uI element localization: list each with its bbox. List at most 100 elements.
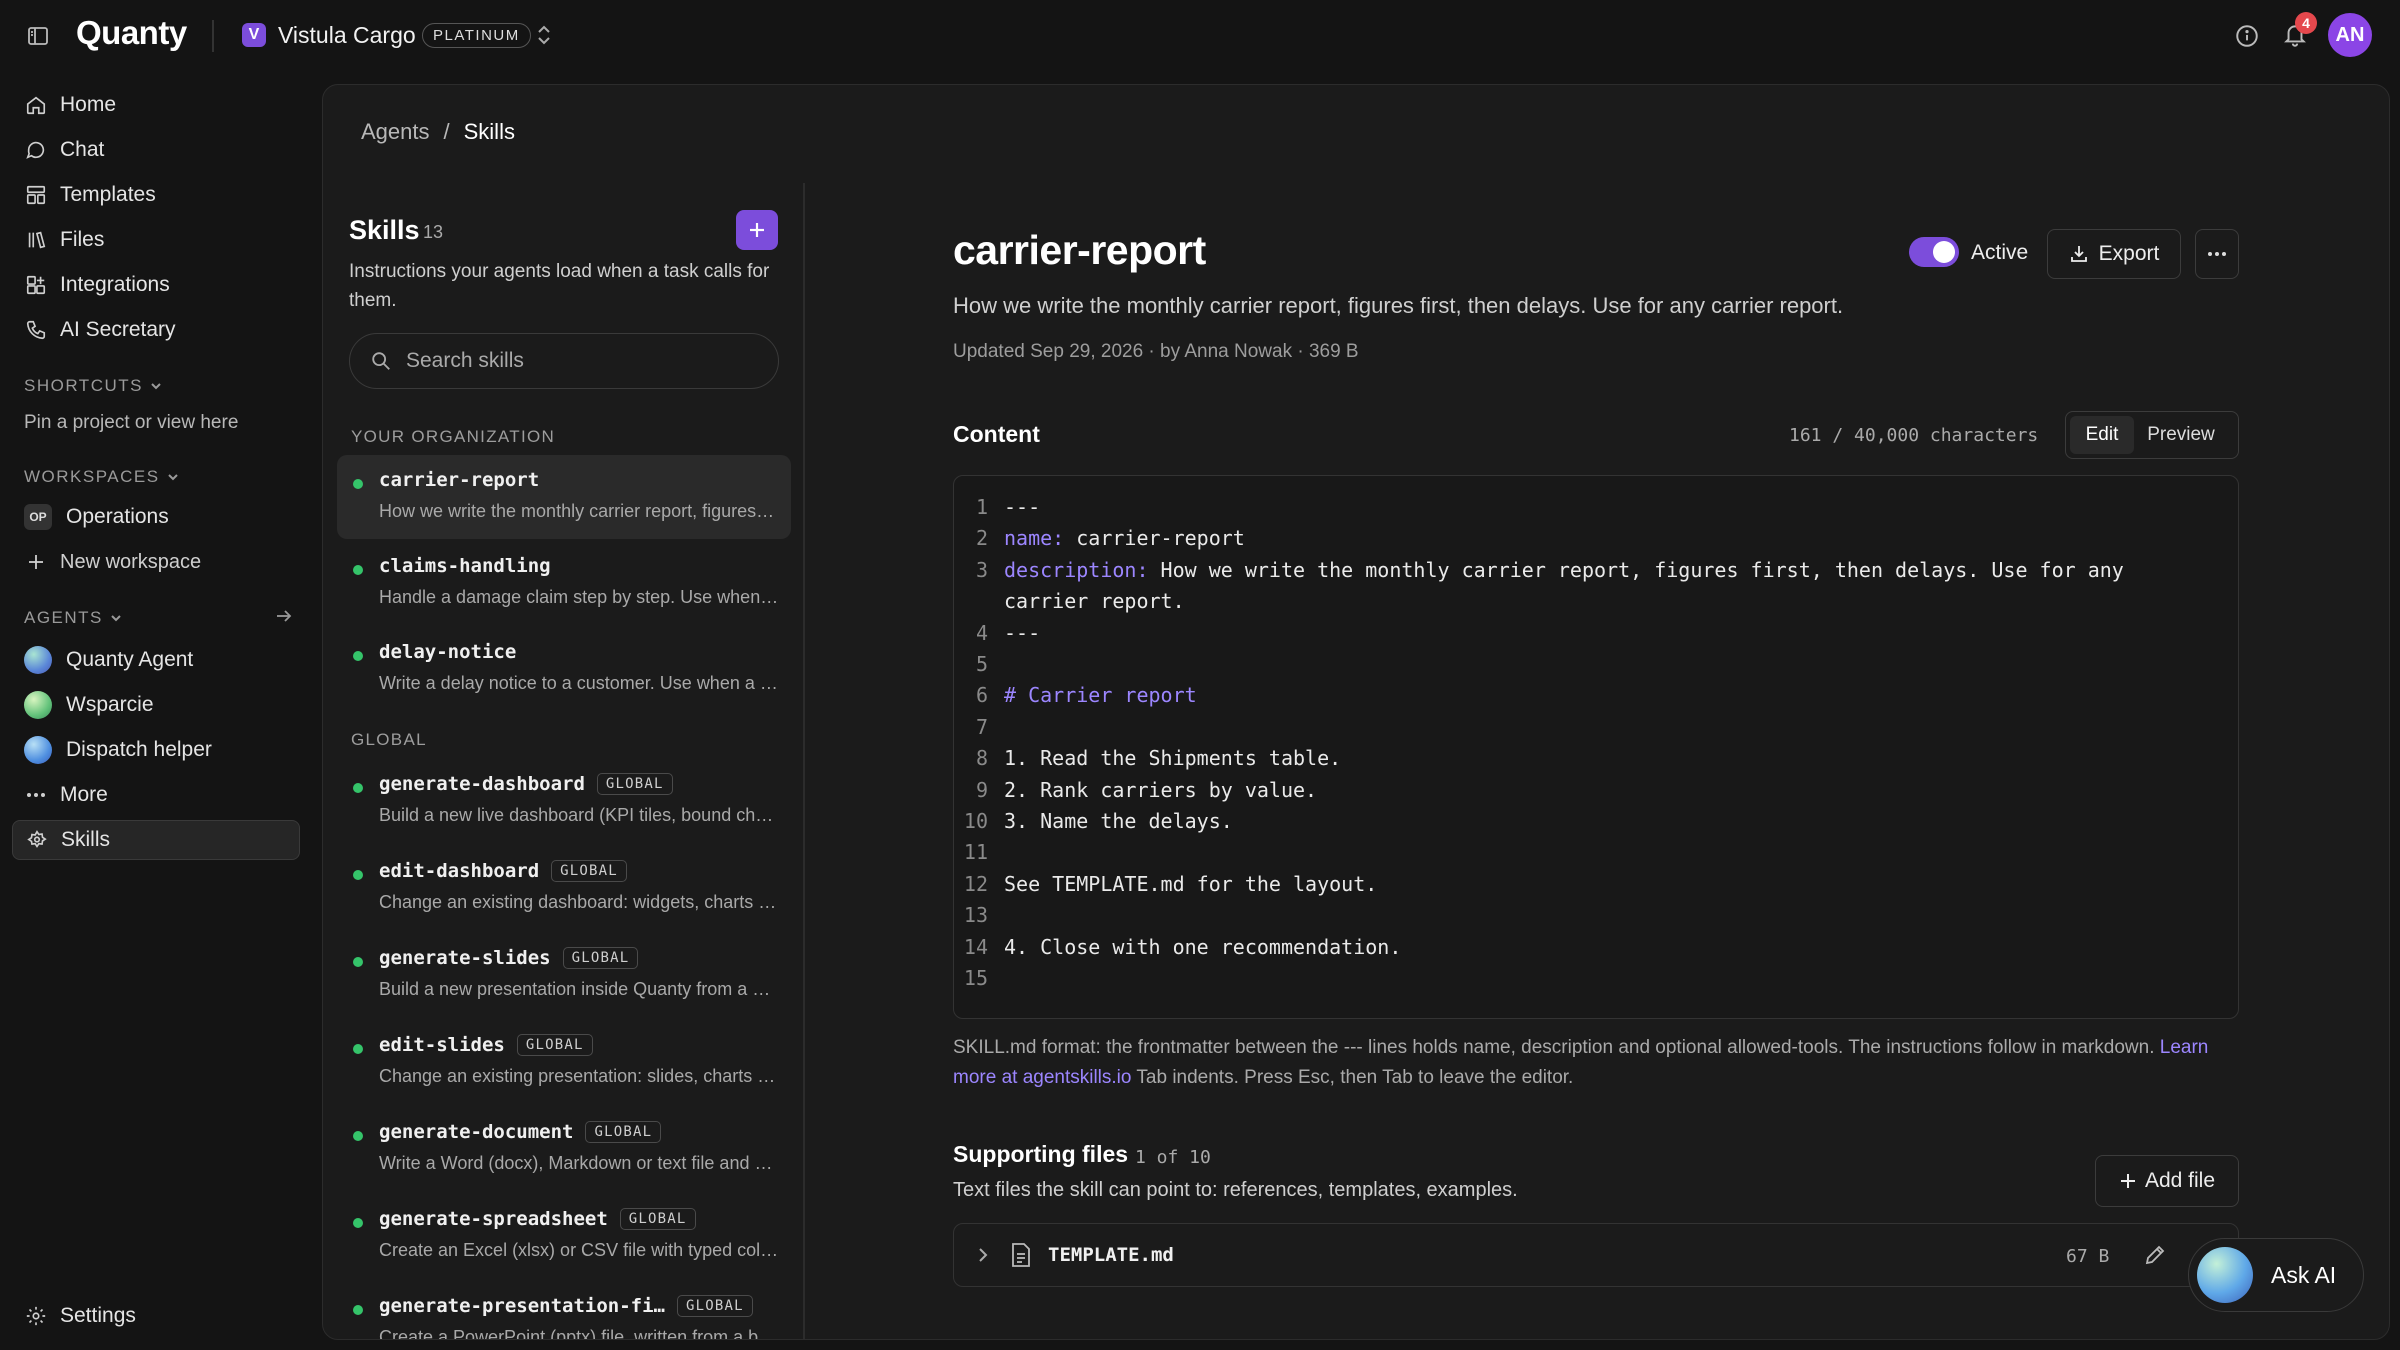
sidebar-toggle-icon[interactable] [26,24,52,48]
skill-list-item[interactable]: edit-slides GLOBAL Change an existing pre… [337,1020,791,1104]
skill-name: generate-document [379,1121,574,1143]
code-line: 1 --- [954,492,2238,523]
nav-item-ai-secretary[interactable]: AI Secretary [12,310,300,350]
skill-list-item[interactable]: generate-slides GLOBAL Build a new presen… [337,933,791,1017]
nav-item-skills[interactable]: Skills [12,820,300,860]
agents-header[interactable]: AGENTS [24,608,123,628]
section-label: AGENTS [24,608,103,627]
code-key: # Carrier report [1004,683,1197,708]
skill-list-item[interactable]: delay-notice Write a delay notice to a c… [337,627,791,711]
skill-desc: Write a Word (docx), Markdown or text fi… [379,1153,779,1173]
agent-wsparcie[interactable]: Wsparcie [12,685,300,725]
code-line: 10 3. Name the delays. [954,806,2238,837]
line-content: --- [1004,492,2204,523]
code-line: 6 # Carrier report [954,680,2238,711]
agent-quanty-agent[interactable]: Quanty Agent [12,640,300,680]
supporting-files-heading: Supporting files [953,1141,1129,1167]
code-text: 3. Name the delays. [1004,809,1233,834]
content-heading: Content [953,421,1040,447]
code-key: description: [1004,557,1149,582]
nav-label: AI Secretary [60,318,176,341]
nav-label: Chat [60,138,105,161]
top-bar: Quanty V Vistula Cargo PLATINUM 4 AN [0,0,2400,72]
code-line: 3 description: How we write the monthly c… [954,555,2238,618]
code-text: 1. Read the Shipments table. [1004,746,1342,771]
line-content [1004,963,2204,994]
nav-item-settings[interactable]: Settings [12,1296,300,1336]
workspace-badge: OP [24,504,52,530]
more-options-button[interactable] [2195,229,2239,279]
active-dot [353,479,363,489]
nav-item-templates[interactable]: Templates [12,175,300,215]
active-toggle[interactable] [1909,237,1959,267]
skills-description: Instructions your agents load when a tas… [349,261,770,311]
skill-list-item[interactable]: generate-presentation-fi… GLOBAL Create a… [337,1281,791,1340]
main-panel: Agents / Skills Skills 13 Instructions y… [322,84,2390,1340]
skill-meta: Updated Sep 29, 2026 · by Anna Nowak · 3… [953,341,1359,362]
arrow-right-icon[interactable] [274,606,294,626]
skill-list-item[interactable]: generate-document GLOBAL Write a Word (do… [337,1107,791,1191]
skill-list-item[interactable]: generate-dashboard GLOBAL Build a new liv… [337,759,791,843]
skill-list-item[interactable]: edit-dashboard GLOBAL Change an existing … [337,846,791,930]
nav-item-chat[interactable]: Chat [12,130,300,170]
skill-name: carrier-report [379,469,540,491]
section-label: WORKSPACES [24,467,160,486]
skill-title: carrier-report [953,227,1206,273]
agent-dispatch-helper[interactable]: Dispatch helper [12,730,300,770]
line-number: 15 [963,966,988,991]
add-file-button[interactable]: Add file [2095,1155,2239,1207]
brand-logo[interactable]: Quanty [76,14,187,52]
code-editor[interactable]: 1 --- 2 name: carrier-report 3 description: H… [953,475,2239,1019]
code-line: 12 See TEMPLATE.md for the layout. [954,869,2238,900]
user-avatar[interactable]: AN [2328,13,2372,57]
tab-edit[interactable]: Edit [2070,416,2134,454]
skills-icon [25,828,49,852]
export-button[interactable]: Export [2047,229,2181,279]
skill-desc: Create a PowerPoint (pptx) file, written… [379,1327,779,1340]
line-number: 4 [975,620,988,645]
chevron-down-icon [166,470,180,484]
code-text: --- [1004,495,1041,519]
add-file-label: Add file [2144,1169,2216,1192]
skill-name-row: generate-presentation-fi… GLOBAL [379,1295,753,1317]
breadcrumb-agents[interactable]: Agents [361,119,430,145]
workspaces-header[interactable]: WORKSPACES [24,467,180,487]
add-skill-button[interactable] [736,210,778,250]
nav-item-files[interactable]: Files [12,220,300,260]
section-label: SHORTCUTS [24,376,143,395]
breadcrumb-separator: / [443,119,450,144]
line-content: name: carrier-report [1004,523,2204,554]
skill-list-item[interactable]: carrier-report How we write the monthly … [337,455,791,539]
tab-preview[interactable]: Preview [2134,416,2228,454]
skill-list-item[interactable]: claims-handling Handle a damage claim st… [337,541,791,625]
workspace-operations[interactable]: OP Operations [12,497,300,537]
org-name[interactable]: Vistula Cargo [278,22,416,49]
shortcuts-header[interactable]: SHORTCUTS [24,376,163,396]
skill-name-row: generate-slides GLOBAL [379,947,639,969]
chevron-updown-icon[interactable] [535,24,553,46]
info-icon[interactable] [2234,23,2260,49]
org-badge[interactable]: V [242,23,266,47]
gear-icon [24,1304,48,1328]
nav-item-home[interactable]: Home [12,85,300,125]
phone-icon [24,318,48,342]
skill-list-item[interactable]: generate-spreadsheet GLOBAL Create an Exc… [337,1194,791,1278]
search-icon [372,352,390,370]
nav-label: Integrations [60,273,170,296]
file-row[interactable]: TEMPLATE.md 67 B [953,1223,2239,1287]
ask-ai-button[interactable]: Ask AI [2188,1238,2364,1312]
new-workspace-button[interactable]: New workspace [12,542,300,582]
edit-preview-toggle: Edit Preview [2065,411,2239,459]
more-agents-button[interactable]: More [12,775,300,815]
nav-item-integrations[interactable]: Integrations [12,265,300,305]
skill-name-row: generate-spreadsheet GLOBAL [379,1208,696,1230]
chevron-right-icon[interactable] [976,1246,990,1264]
supporting-files-description: Text files the skill can point to: refer… [953,1179,1518,1201]
nav-label: Settings [60,1304,136,1327]
skill-name: generate-dashboard [379,773,585,795]
export-label: Export [2098,242,2160,265]
search-input[interactable]: Search skills [349,333,779,389]
ai-orb-icon [2197,1247,2253,1303]
pencil-icon[interactable] [2144,1244,2166,1266]
skill-name: edit-slides [379,1034,505,1056]
